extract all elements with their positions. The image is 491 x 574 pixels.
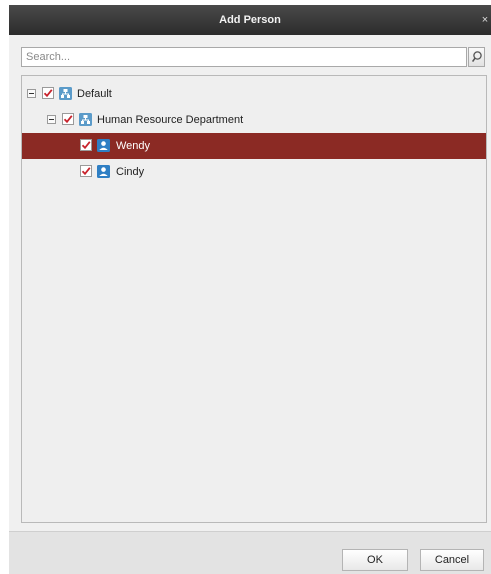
search-button[interactable] — [468, 47, 485, 67]
tree-node-default[interactable]: Default — [22, 81, 486, 107]
search-bar — [21, 47, 485, 67]
person-icon — [97, 165, 110, 178]
checkbox-checked-icon[interactable] — [80, 139, 92, 151]
person-tree: Default Human Resource Department Wendy … — [21, 75, 487, 523]
search-icon — [471, 51, 482, 63]
ok-button[interactable]: OK — [342, 549, 408, 571]
tree-node-label: Human Resource Department — [97, 114, 244, 126]
checkbox-checked-icon[interactable] — [42, 87, 54, 99]
dialog-title: Add Person — [219, 14, 281, 26]
organization-icon — [59, 87, 72, 100]
tree-node-label: Default — [77, 88, 112, 100]
close-icon[interactable]: × — [479, 5, 491, 35]
checkbox-checked-icon[interactable] — [80, 165, 92, 177]
cancel-button[interactable]: Cancel — [420, 549, 484, 571]
department-icon — [79, 113, 92, 126]
collapse-icon[interactable] — [27, 89, 36, 98]
tree-node-label: Cindy — [116, 166, 145, 178]
dialog-footer: OK Cancel — [9, 531, 491, 574]
dialog-title-bar[interactable]: Add Person × — [9, 5, 491, 35]
add-person-dialog: Add Person × Default — [9, 5, 491, 574]
tree-node-human-resource-department[interactable]: Human Resource Department — [22, 107, 486, 133]
tree-node-label: Wendy — [116, 140, 151, 152]
collapse-icon[interactable] — [47, 115, 56, 124]
person-icon — [97, 139, 110, 152]
search-input[interactable] — [21, 47, 467, 67]
checkbox-checked-icon[interactable] — [62, 113, 74, 125]
tree-node-wendy[interactable]: Wendy — [22, 133, 486, 159]
tree-node-cindy[interactable]: Cindy — [22, 159, 486, 185]
